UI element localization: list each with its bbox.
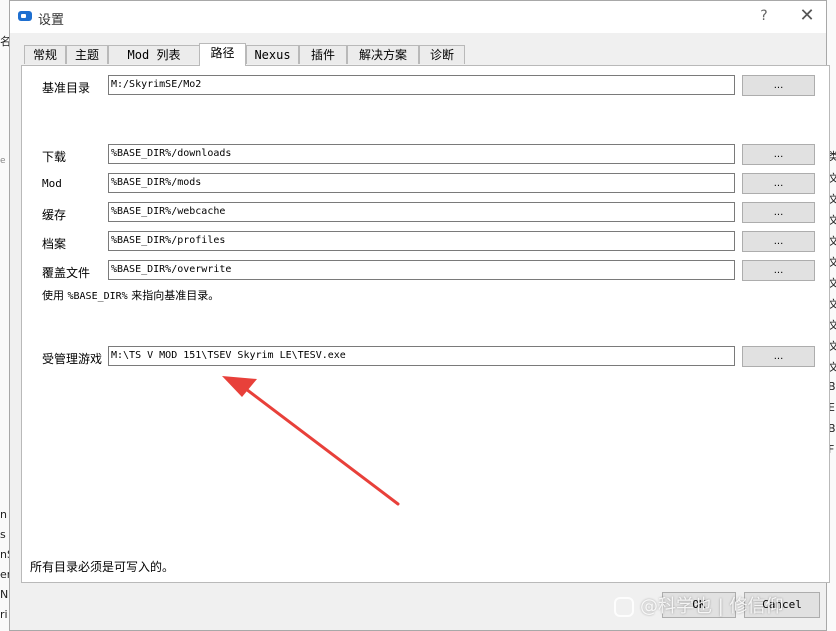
paths-panel: 基准目录 M:/SkyrimSE/Mo2 ... 下载 %BASE_DIR%/d… <box>21 65 830 583</box>
downloads-label: 下载 <box>42 150 67 164</box>
watermark-text: @科学也 | 修信仰 <box>640 596 784 617</box>
overwrite-browse-button[interactable]: ... <box>742 260 815 281</box>
title-bar[interactable]: 设置 ? ✕ <box>10 1 826 33</box>
hint-prefix: 使用 <box>42 289 68 302</box>
profiles-browse-button[interactable]: ... <box>742 231 815 252</box>
base-dir-browse-button[interactable]: ... <box>742 75 815 96</box>
tab-nexus[interactable]: Nexus <box>246 45 299 64</box>
cache-label: 缓存 <box>42 208 67 222</box>
overwrite-label: 覆盖文件 <box>42 266 91 280</box>
mods-browse-button[interactable]: ... <box>742 173 815 194</box>
tab-plugins[interactable]: 插件 <box>299 45 347 64</box>
writable-note: 所有目录必须是可写入的。 <box>30 560 175 574</box>
mods-label: Mod <box>42 177 62 190</box>
base-dir-label: 基准目录 <box>42 81 91 95</box>
tab-diagnostics[interactable]: 诊断 <box>419 45 465 64</box>
background-glyph: e <box>0 156 6 166</box>
managed-game-field[interactable]: M:\TS V MOD 151\TSEV Skyrim LE\TESV.exe <box>108 346 735 366</box>
profiles-label: 档案 <box>42 237 67 251</box>
downloads-browse-button[interactable]: ... <box>742 144 815 165</box>
base-dir-field[interactable]: M:/SkyrimSE/Mo2 <box>108 75 735 95</box>
background-glyph: n <box>0 508 7 521</box>
mods-field[interactable]: %BASE_DIR%/mods <box>108 173 735 193</box>
hint-token: %BASE_DIR% <box>67 291 128 302</box>
cache-browse-button[interactable]: ... <box>742 202 815 223</box>
watermark-logo-icon <box>614 597 634 617</box>
managed-game-browse-button[interactable]: ... <box>742 346 815 367</box>
tab-theme[interactable]: 主题 <box>66 45 108 64</box>
watermark: @科学也 | 修信仰 <box>614 592 784 618</box>
downloads-field[interactable]: %BASE_DIR%/downloads <box>108 144 735 164</box>
settings-dialog: 设置 ? ✕ 常规 主题 Mod 列表 路径 Nexus 插件 解决方案 诊断 … <box>9 0 830 631</box>
tab-workarounds[interactable]: 解决方案 <box>347 45 419 64</box>
managed-game-label: 受管理游戏 <box>42 352 103 366</box>
tab-general[interactable]: 常规 <box>24 45 66 64</box>
overwrite-field[interactable]: %BASE_DIR%/overwrite <box>108 260 735 280</box>
tab-paths[interactable]: 路径 <box>199 43 246 66</box>
close-button[interactable]: ✕ <box>794 5 820 27</box>
background-glyph: ri <box>0 608 8 621</box>
profiles-field[interactable]: %BASE_DIR%/profiles <box>108 231 735 251</box>
base-dir-hint: 使用 %BASE_DIR% 来指向基准目录。 <box>42 287 219 303</box>
background-glyph: N <box>0 588 9 601</box>
background-glyph: s <box>0 528 6 541</box>
cache-field[interactable]: %BASE_DIR%/webcache <box>108 202 735 222</box>
hint-suffix: 来指向基准目录。 <box>127 289 220 302</box>
tab-mod-list[interactable]: Mod 列表 <box>108 45 200 64</box>
window-title: 设置 <box>38 13 65 28</box>
app-icon <box>18 11 32 21</box>
help-button[interactable]: ? <box>752 5 776 27</box>
